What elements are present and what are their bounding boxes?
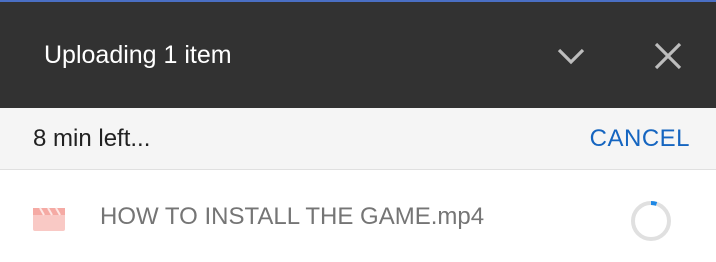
- upload-header: Uploading 1 item: [0, 0, 716, 108]
- close-icon: [654, 42, 682, 70]
- file-name: HOW TO INSTALL THE GAME.mp4: [100, 203, 485, 230]
- time-remaining: 8 min left...: [33, 125, 151, 152]
- upload-panel: Uploading 1 item 8 min left... CANCEL HO…: [0, 0, 716, 262]
- cancel-button[interactable]: CANCEL: [590, 124, 690, 154]
- chevron-down-icon: [557, 48, 585, 65]
- upload-status-bar: 8 min left... CANCEL: [0, 108, 716, 170]
- upload-progress-spinner: [631, 201, 671, 241]
- video-file-icon: [33, 207, 65, 231]
- collapse-button[interactable]: [547, 32, 595, 80]
- upload-file-row[interactable]: HOW TO INSTALL THE GAME.mp4: [0, 170, 716, 262]
- upload-title: Uploading 1 item: [44, 41, 232, 69]
- close-button[interactable]: [644, 32, 692, 80]
